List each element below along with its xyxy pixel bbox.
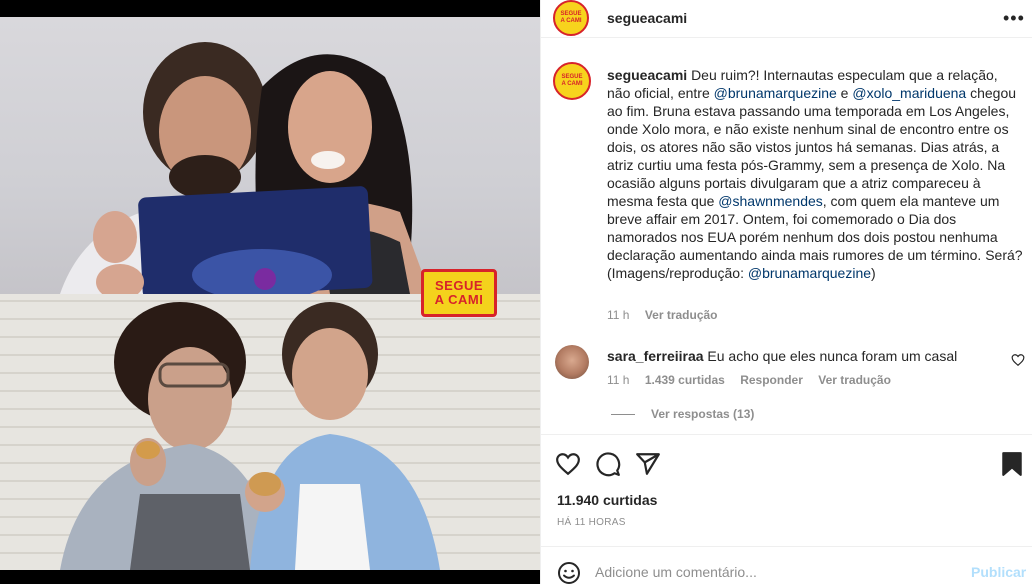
caption-text-segment: ) [871, 265, 876, 281]
comment-bubble-icon[interactable] [595, 451, 621, 477]
caption-mention-link[interactable]: @xolo_mariduena [852, 85, 966, 101]
post-likes-count[interactable]: 11.940 curtidas [557, 492, 657, 508]
post-sidebar: SEGUE A CAMI segueacami ••• SEGUE A CAMI… [540, 0, 1032, 584]
caption-text-segment: e [836, 85, 853, 101]
photo-top-illustration [60, 42, 430, 294]
caption-body: Deu ruim?! Internautas especulam que a r… [607, 67, 1023, 281]
comment-input[interactable] [595, 561, 955, 583]
segue-a-cami-logo: SEGUE A CAMI [421, 269, 497, 317]
caption-mention-link[interactable]: @brunamarquezine [748, 265, 871, 281]
replies-divider [611, 413, 635, 415]
comment-text: sara_ferreiiraa Eu acho que eles nunca f… [607, 347, 987, 365]
caption-text: segueacami Deu ruim?! Internautas especu… [607, 66, 1023, 282]
photo-bottom-illustration [60, 302, 440, 570]
comment-likes[interactable]: 1.439 curtidas [645, 373, 725, 387]
publish-button[interactable]: Publicar [971, 564, 1026, 580]
commenter-username[interactable]: sara_ferreiiraa [607, 348, 704, 364]
photo-top [0, 17, 540, 294]
add-comment-bar: Publicar [541, 546, 1032, 584]
like-heart-icon[interactable] [555, 451, 581, 477]
comment-translate-button[interactable]: Ver tradução [818, 373, 891, 387]
caption-mention-link[interactable]: @brunamarquezine [714, 85, 837, 101]
caption-author-avatar[interactable]: SEGUE A CAMI [553, 62, 591, 100]
emoji-icon[interactable] [557, 561, 581, 584]
share-send-icon[interactable] [635, 451, 661, 477]
caption-username[interactable]: segueacami [607, 67, 687, 83]
author-avatar[interactable]: SEGUE A CAMI [553, 0, 589, 36]
logo-line2: A CAMI [434, 292, 484, 307]
comment-heart-icon[interactable] [1011, 353, 1025, 367]
commenter-avatar[interactable] [555, 345, 589, 379]
post-actions: 11.940 curtidas HÁ 11 HORAS [541, 434, 1032, 546]
save-bookmark-icon[interactable] [999, 451, 1025, 477]
more-options-icon[interactable]: ••• [1003, 8, 1025, 29]
reply-button[interactable]: Responder [740, 373, 803, 387]
logo-line1: SEGUE [434, 278, 483, 293]
comment-meta: 11 h 1.439 curtidas Responder Ver traduç… [607, 373, 903, 387]
caption-translate-button[interactable]: Ver tradução [645, 308, 718, 322]
caption-mention-link[interactable]: @shawnmendes [718, 193, 823, 209]
post-date[interactable]: HÁ 11 HORAS [557, 517, 626, 528]
caption-meta: 11 h Ver tradução [607, 308, 730, 322]
caption-text-segment: (Imagens/reprodução: [607, 265, 748, 281]
caption-text-segment: chegou ao fim. Bruna estava passando uma… [607, 85, 1017, 209]
view-replies-button[interactable]: Ver respostas (13) [611, 407, 754, 421]
view-replies-label: Ver respostas (13) [651, 407, 755, 421]
post-media[interactable]: SEGUE A CAMI [0, 0, 540, 584]
photo-bottom [0, 294, 540, 570]
author-username[interactable]: segueacami [607, 10, 687, 26]
comment-time[interactable]: 11 h [607, 373, 629, 387]
post-header: SEGUE A CAMI segueacami ••• [541, 0, 1032, 38]
caption-time[interactable]: 11 h [607, 308, 629, 322]
comment-body: Eu acho que eles nunca foram um casal [707, 348, 958, 364]
